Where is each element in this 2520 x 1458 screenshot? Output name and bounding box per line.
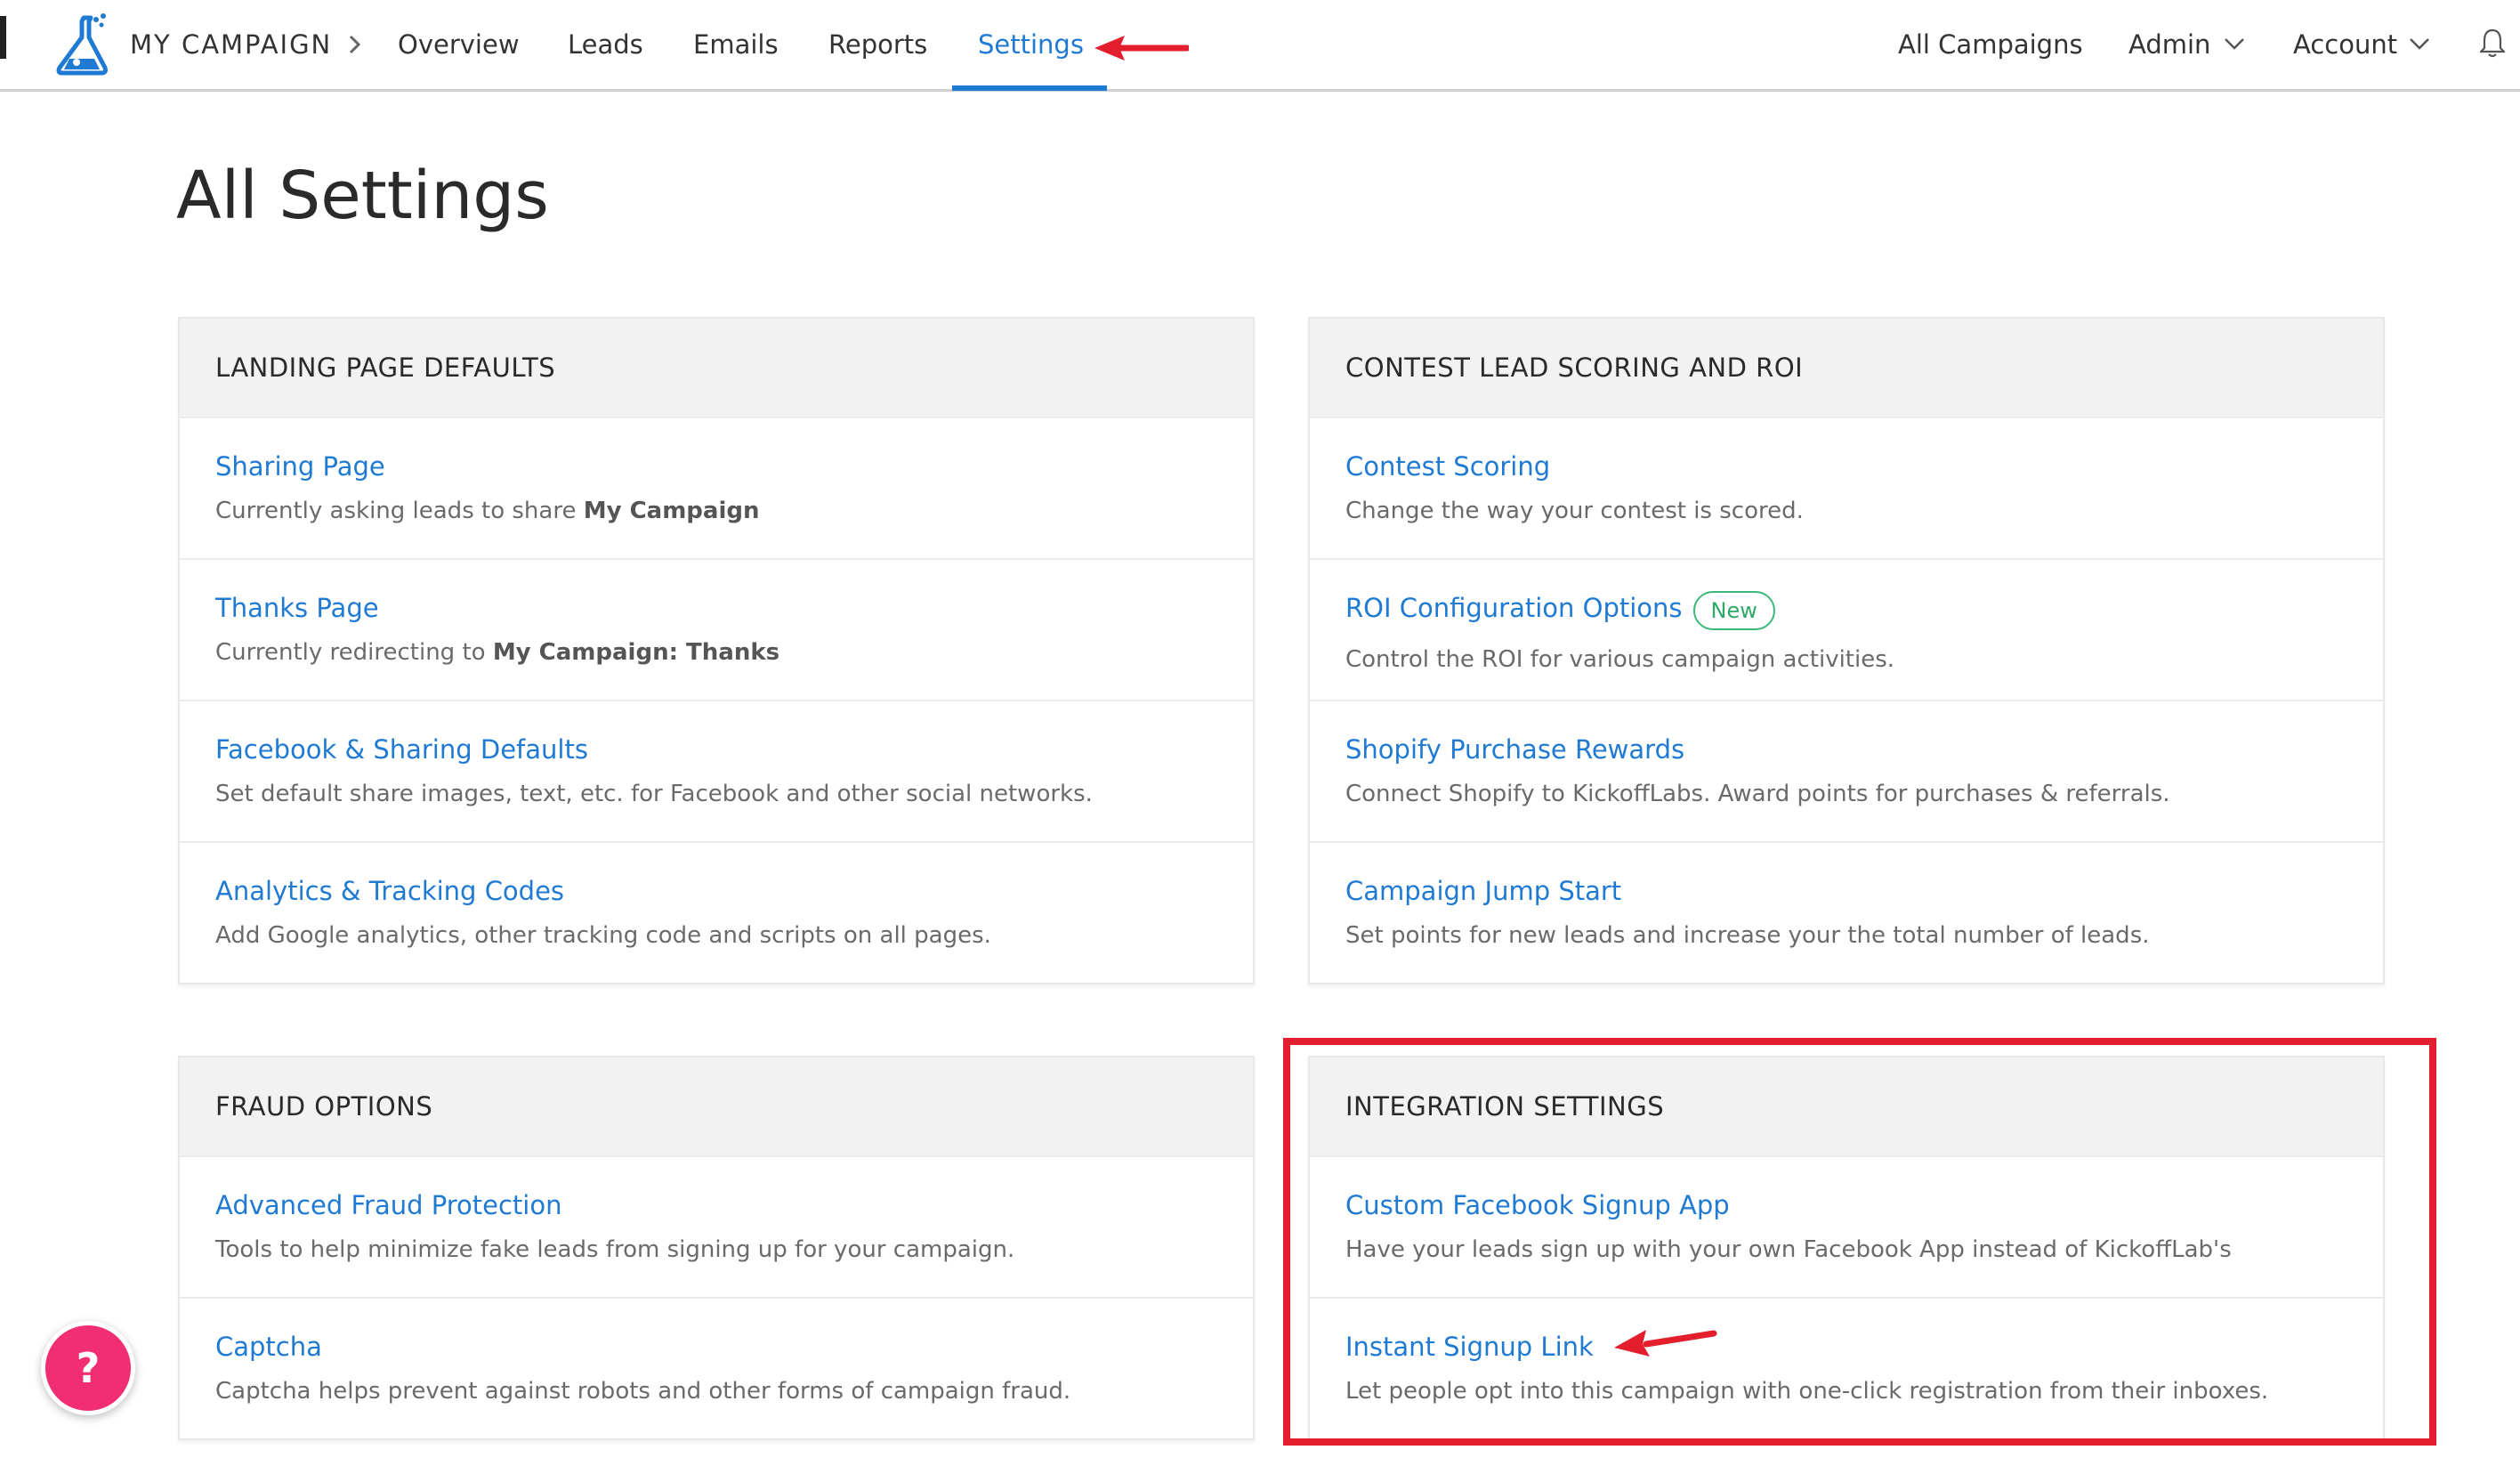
roi-configuration-link[interactable]: ROI Configuration Options [1345, 590, 1683, 626]
card-heading: LANDING PAGE DEFAULTS [180, 319, 1253, 417]
row-description: Tools to help minimize fake leads from s… [215, 1236, 1015, 1263]
chevron-right-icon [349, 35, 361, 54]
sharing-page-link[interactable]: Sharing Page [215, 449, 385, 484]
fraud-options-card: FRAUD OPTIONS Advanced Fraud Protection … [178, 1056, 1255, 1440]
advanced-fraud-protection-link[interactable]: Advanced Fraud Protection [215, 1187, 561, 1223]
help-button[interactable]: ? [41, 1321, 135, 1415]
settings-row-captcha: Captcha Captcha helps prevent against ro… [180, 1297, 1253, 1438]
facebook-sharing-defaults-link[interactable]: Facebook & Sharing Defaults [215, 732, 588, 767]
bell-icon[interactable] [2479, 27, 2506, 59]
row-description: Connect Shopify to KickoffLabs. Award po… [1345, 781, 2170, 807]
tab-overview[interactable]: Overview [398, 27, 520, 62]
campaign-name[interactable]: MY CAMPAIGN [130, 28, 332, 61]
shopify-purchase-rewards-link[interactable]: Shopify Purchase Rewards [1345, 732, 1684, 767]
thanks-page-link[interactable]: Thanks Page [215, 590, 379, 626]
settings-row-facebook-sharing: Facebook & Sharing Defaults Set default … [180, 700, 1253, 841]
description-text: Currently redirecting to [215, 639, 493, 666]
all-campaigns-link[interactable]: All Campaigns [1898, 27, 2083, 62]
card-heading: FRAUD OPTIONS [180, 1057, 1253, 1155]
row-description: Currently redirecting to My Campaign: Th… [215, 635, 1217, 670]
row-description: Captcha helps prevent against robots and… [215, 1378, 1071, 1405]
description-text: Currently asking leads to share [215, 498, 584, 524]
row-description: Control the ROI for various campaign act… [1345, 645, 1895, 673]
window-edge [0, 16, 6, 59]
annotation-arrow-instant-signup [1614, 1330, 1717, 1357]
row-description: Add Google analytics, other tracking cod… [215, 922, 991, 949]
tab-reports[interactable]: Reports [828, 27, 927, 62]
campaign-jump-start-link[interactable]: Campaign Jump Start [1345, 873, 1621, 909]
analytics-tracking-codes-link[interactable]: Analytics & Tracking Codes [215, 873, 564, 909]
settings-row-contest-scoring: Contest Scoring Change the way your cont… [1310, 417, 2383, 558]
captcha-link[interactable]: Captcha [215, 1329, 322, 1365]
row-description: Set default share images, text, etc. for… [215, 781, 1093, 807]
chevron-down-icon[interactable] [2408, 36, 2431, 52]
page-title: All Settings [176, 158, 549, 234]
settings-row-sharing-page: Sharing Page Currently asking leads to s… [180, 417, 1253, 558]
contest-lead-scoring-card: CONTEST LEAD SCORING AND ROI Contest Sco… [1308, 317, 2385, 984]
landing-page-defaults-card: LANDING PAGE DEFAULTS Sharing Page Curre… [178, 317, 1255, 984]
new-badge: New [1692, 590, 1775, 630]
row-description: Set points for new leads and increase yo… [1345, 922, 2150, 949]
annotation-highlight-box [1283, 1038, 2436, 1446]
settings-row-shopify-rewards: Shopify Purchase Rewards Connect Shopify… [1310, 700, 2383, 841]
card-heading: CONTEST LEAD SCORING AND ROI [1310, 319, 2383, 417]
admin-menu[interactable]: Admin [2128, 27, 2210, 62]
settings-row-jump-start: Campaign Jump Start Set points for new l… [1310, 841, 2383, 983]
row-description: Change the way your contest is scored. [1345, 498, 1804, 524]
active-tab-indicator [952, 85, 1107, 91]
chevron-down-icon[interactable] [2223, 36, 2246, 52]
tab-leads[interactable]: Leads [568, 27, 643, 62]
thanks-page-name-strong: My Campaign: Thanks [492, 639, 780, 666]
contest-scoring-link[interactable]: Contest Scoring [1345, 449, 1550, 484]
settings-row-roi-configuration: ROI Configuration Options New Control the… [1310, 558, 2383, 700]
row-description: Currently asking leads to share My Campa… [215, 493, 1217, 529]
settings-row-analytics: Analytics & Tracking Codes Add Google an… [180, 841, 1253, 983]
tab-emails[interactable]: Emails [693, 27, 779, 62]
settings-row-advanced-fraud: Advanced Fraud Protection Tools to help … [180, 1155, 1253, 1297]
account-menu[interactable]: Account [2293, 27, 2397, 62]
campaign-name-strong: My Campaign [583, 498, 760, 524]
tab-settings[interactable]: Settings [978, 27, 1084, 62]
flask-logo-icon[interactable] [50, 12, 112, 78]
top-navigation: MY CAMPAIGN Overview Leads Emails Report… [0, 0, 2520, 92]
settings-row-thanks-page: Thanks Page Currently redirecting to My … [180, 558, 1253, 700]
annotation-arrow-settings [1094, 36, 1189, 61]
